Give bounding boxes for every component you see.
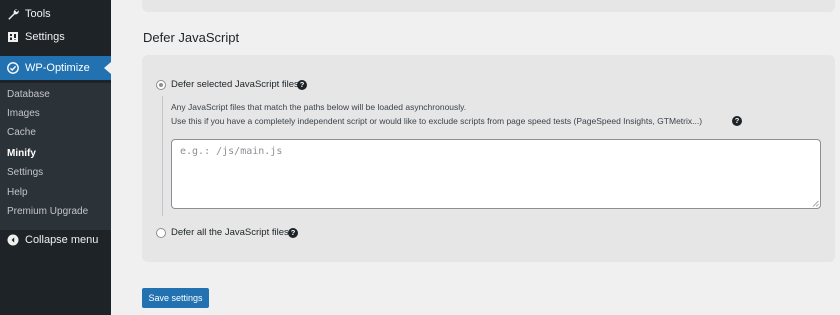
- submenu-item-premium-upgrade[interactable]: Premium Upgrade: [7, 206, 88, 217]
- sidebar-item-settings[interactable]: Settings: [0, 25, 111, 49]
- wp-optimize-icon: [7, 62, 19, 74]
- defer-selected-label[interactable]: Defer selected JavaScript files: [171, 79, 299, 90]
- help-icon[interactable]: ?: [288, 228, 298, 238]
- collapse-arrow-icon: [7, 234, 19, 246]
- submenu-item-images[interactable]: Images: [7, 108, 40, 119]
- collapse-menu-label: Collapse menu: [25, 234, 99, 246]
- sidebar-item-wp-optimize[interactable]: WP-Optimize: [0, 56, 111, 80]
- sidebar-item-tools[interactable]: Tools: [0, 2, 111, 26]
- defer-selected-radio[interactable]: [156, 80, 166, 90]
- javascript-paths-textarea[interactable]: [171, 139, 821, 209]
- help-icon[interactable]: ?: [732, 116, 742, 126]
- wp-optimize-submenu: Database Images Cache Minify Settings He…: [0, 83, 111, 230]
- submenu-item-help[interactable]: Help: [7, 187, 28, 198]
- submenu-item-cache[interactable]: Cache: [7, 127, 36, 138]
- description-line-2: Use this if you have a completely indepe…: [171, 116, 703, 126]
- submenu-item-database[interactable]: Database: [7, 89, 50, 100]
- submenu-item-settings[interactable]: Settings: [7, 167, 43, 178]
- save-settings-button[interactable]: Save settings: [142, 288, 209, 308]
- sidebar-item-label: Settings: [25, 31, 65, 43]
- submenu-item-minify[interactable]: Minify: [7, 148, 36, 159]
- previous-section-panel: [142, 0, 835, 12]
- description-line-1: Any JavaScript files that match the path…: [171, 102, 467, 112]
- wrench-icon: [7, 8, 19, 20]
- admin-sidebar: Tools Settings WP-Optimize Database Imag…: [0, 0, 111, 315]
- help-icon[interactable]: ?: [297, 80, 307, 90]
- defer-all-radio[interactable]: [156, 228, 166, 238]
- section-title: Defer JavaScript: [143, 30, 240, 45]
- collapse-menu-button[interactable]: Collapse menu: [0, 228, 111, 252]
- sidebar-item-label: Tools: [25, 8, 51, 20]
- defer-all-label[interactable]: Defer all the JavaScript files: [171, 227, 289, 238]
- sidebar-item-label: WP-Optimize: [25, 62, 90, 74]
- settings-icon: [7, 31, 19, 43]
